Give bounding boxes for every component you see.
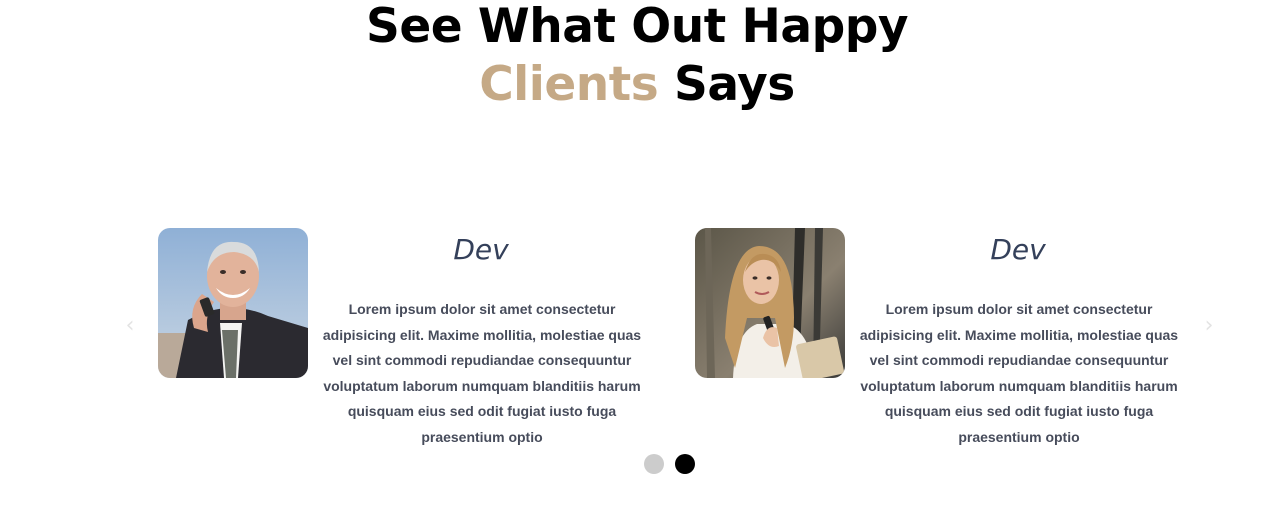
client-name: Dev — [990, 233, 1046, 266]
title-accent-word: Clients — [479, 57, 659, 112]
testimonial-card: Dev Lorem ipsum dolor sit amet consectet… — [695, 228, 1195, 445]
carousel-next-button[interactable]: › — [1199, 314, 1219, 338]
testimonials-section: See What Out Happy Clients Says ‹ Dev Lo… — [0, 0, 1274, 516]
title-line-2: Clients Says — [0, 56, 1274, 114]
chevron-left-icon: ‹ — [125, 313, 135, 338]
carousel-prev-button[interactable]: ‹ — [120, 314, 140, 338]
testimonial-text: Lorem ipsum dolor sit amet consectetur a… — [859, 301, 1179, 445]
pagination-dot-2-active[interactable] — [675, 454, 695, 474]
woman-with-phone-photo — [695, 228, 845, 378]
testimonial-text: Lorem ipsum dolor sit amet consectetur a… — [322, 301, 642, 445]
client-photo — [695, 228, 845, 378]
man-on-phone-photo — [158, 228, 308, 378]
client-photo — [158, 228, 308, 378]
title-line-1: See What Out Happy — [365, 0, 909, 54]
client-name: Dev — [453, 233, 509, 266]
section-title: See What Out Happy Clients Says — [0, 0, 1274, 114]
testimonial-card: Dev Lorem ipsum dolor sit amet consectet… — [158, 228, 658, 445]
pagination-dot-1[interactable] — [644, 454, 664, 474]
title-rest: Says — [658, 57, 795, 112]
chevron-right-icon: › — [1204, 313, 1214, 338]
